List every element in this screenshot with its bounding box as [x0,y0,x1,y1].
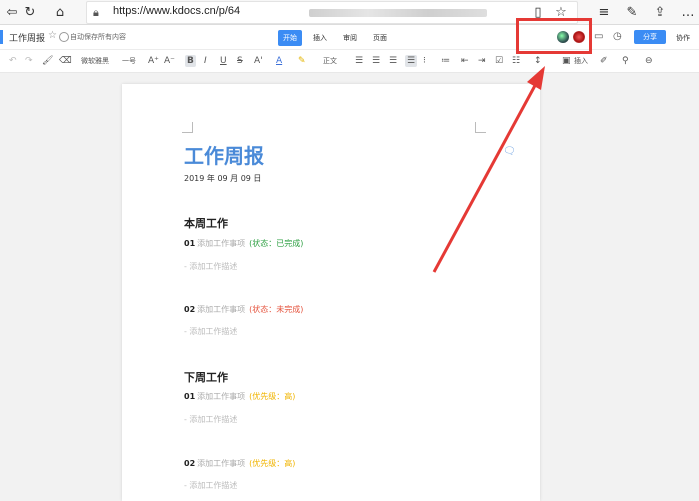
list-style-icon[interactable]: ☷ [512,55,520,67]
shrink-font-icon[interactable]: A⁻ [164,55,175,67]
margin-mark-right [475,122,486,133]
tab-page[interactable]: 页面 [368,30,392,46]
add-comment-icon[interactable]: 🗨︎ [503,146,516,157]
superscript-icon[interactable]: A' [254,55,263,67]
numbered-list-icon[interactable]: ≔ [441,55,450,67]
section-heading-this-week[interactable]: 本周工作 [184,215,228,231]
checkbox-icon[interactable]: ☑ [495,55,503,67]
share-button[interactable]: 分享 [634,30,666,44]
refresh-icon[interactable]: ↻ [22,4,38,20]
pen-icon[interactable]: ✎ [624,4,640,20]
item-number: 01 [184,392,196,401]
underline-icon[interactable]: U [220,55,227,67]
history-icon[interactable]: ◷ [613,31,622,42]
doc-header: 工作周报 ☆ 自动保存所有内容 开始 插入 审阅 页面 ▭ ◷ 分享 协作 [0,25,699,50]
font-color-icon[interactable]: A [276,55,282,67]
item-status: (状态：未完成) [249,305,304,314]
item-priority: (优先级：高) [249,392,296,401]
item-text: 添加工作事项 [197,392,246,401]
item-text: 添加工作事项 [197,239,246,248]
collaborate-button[interactable]: 协作 [676,33,690,43]
italic-icon[interactable]: I [204,55,207,67]
align-left-icon[interactable]: ☰ [355,55,363,67]
item-priority: (优先级：高) [249,459,296,468]
work-item[interactable]: 02 添加工作事项 (状态：未完成) [184,304,303,315]
item-description[interactable]: - 添加工作描述 [184,261,237,272]
item-number: 02 [184,305,196,314]
more-icon[interactable]: … [680,4,696,20]
highlight-color-icon[interactable]: ✎ [298,55,306,67]
share-page-icon[interactable]: ⇪ [652,4,668,20]
align-center-icon[interactable]: ☰ [372,55,380,67]
font-family-select[interactable]: 微软雅黑 [81,55,109,67]
item-status: (状态：已完成) [249,239,304,248]
tab-review[interactable]: 审阅 [338,30,362,46]
insert-menu[interactable]: 插入 [574,55,588,67]
line-spacing-icon[interactable]: ↕ [534,55,542,67]
star-icon[interactable]: ☆ [48,30,57,41]
document-title[interactable]: 工作周报 [184,140,264,169]
paragraph-style-select[interactable]: 正文 [323,55,337,67]
favorites-list-icon[interactable]: ≡ [596,4,612,20]
address-bar[interactable]: 🔒︎ https://www.kdocs.cn/p/64 [86,1,578,24]
strikethrough-icon[interactable]: S [237,55,243,67]
accent-bar [0,30,3,44]
annotation-highlight-box [516,18,592,54]
back-icon[interactable]: ⇦ [4,4,20,20]
grow-font-icon[interactable]: A⁺ [148,55,159,67]
item-description[interactable]: - 添加工作描述 [184,414,237,425]
video-icon[interactable]: ▭ [594,31,603,42]
search-icon[interactable]: ⚲ [622,55,629,67]
work-item[interactable]: 01 添加工作事项 (优先级：高) [184,391,295,402]
indent-icon[interactable]: ⇥ [478,55,486,67]
redo-icon[interactable]: ↷ [25,55,33,67]
item-number: 01 [184,239,196,248]
url-text: https://www.kdocs.cn/p/64 [113,5,241,17]
lock-icon: 🔒︎ [93,6,99,19]
tab-start[interactable]: 开始 [278,30,302,46]
autosave-icon [59,32,69,42]
font-size-select[interactable]: 一号 [122,55,136,67]
align-right-icon[interactable]: ☰ [389,55,397,67]
bold-icon[interactable]: B [185,55,196,67]
undo-icon[interactable]: ↶ [9,55,17,67]
item-text: 添加工作事项 [197,459,246,468]
section-heading-next-week[interactable]: 下周工作 [184,369,228,385]
format-toolbar: ↶ ↷ 🖌︎ ⌫ 微软雅黑 一号 A⁺ A⁻ B I U S A' A ✎ 正文… [0,50,699,73]
justify-icon[interactable]: ☰ [405,55,418,67]
browser-toolbar: ⇦ ↻ ⌂ 🔒︎ https://www.kdocs.cn/p/64 ▯ ☆ ≡… [0,0,699,25]
item-description[interactable]: - 添加工作描述 [184,326,237,337]
item-text: 添加工作事项 [197,305,246,314]
document-date[interactable]: 2019 年 09 月 09 日 [184,173,261,184]
settings-icon[interactable]: ⊖ [645,55,653,67]
clear-format-icon[interactable]: ⌫ [59,55,72,67]
item-description[interactable]: - 添加工作描述 [184,480,237,491]
autosave-status: 自动保存所有内容 [70,33,126,41]
format-painter-icon[interactable]: 🖌︎ [42,55,53,67]
margin-mark-left [182,122,193,133]
outdent-icon[interactable]: ⇤ [461,55,469,67]
item-number: 02 [184,459,196,468]
insert-image-icon[interactable]: ▣ [562,55,571,67]
bullet-list-icon[interactable]: ⁝ [423,55,426,67]
home-icon[interactable]: ⌂ [52,4,68,20]
find-replace-icon[interactable]: ✐ [600,55,608,67]
work-item[interactable]: 01 添加工作事项 (状态：已完成) [184,238,303,249]
ribbon-tabs: 开始 插入 审阅 页面 [278,30,392,46]
doc-title[interactable]: 工作周报 [9,31,45,44]
obscured-url-segment [309,9,487,17]
tab-insert[interactable]: 插入 [308,30,332,46]
document-page[interactable]: 🗨︎ 工作周报 2019 年 09 月 09 日 本周工作 01 添加工作事项 (状… [122,84,540,501]
work-item[interactable]: 02 添加工作事项 (优先级：高) [184,458,295,469]
